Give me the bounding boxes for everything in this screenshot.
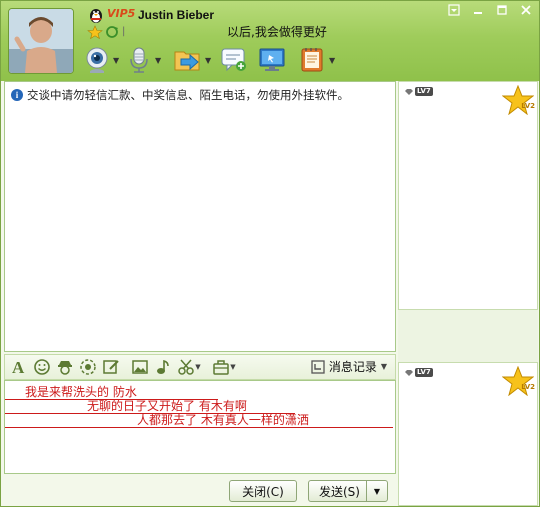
chat-add-icon: [221, 48, 246, 72]
video-call-button[interactable]: ▼: [83, 44, 125, 76]
vip-badge[interactable]: VIP5: [107, 7, 135, 20]
chevron-down-icon[interactable]: ▼: [113, 56, 119, 65]
font-button[interactable]: A: [7, 356, 30, 378]
monitor-icon: [259, 48, 285, 71]
refresh-badge-icon[interactable]: [105, 25, 119, 39]
notebook-icon: [301, 48, 323, 72]
level-badge: LV7: [404, 368, 433, 377]
chevron-down-icon: ▼: [380, 362, 387, 371]
star-badge-icon[interactable]: [87, 25, 103, 39]
action-bar: 关闭(C) 发送(S) ▼: [1, 475, 399, 506]
magic-face-icon: [57, 361, 72, 375]
contact-nickname[interactable]: Justin Bieber: [138, 8, 214, 22]
chevron-down-icon[interactable]: ▼: [329, 56, 335, 65]
close-icon[interactable]: [515, 2, 537, 17]
magic-face-button[interactable]: [53, 356, 76, 378]
doodle-button[interactable]: [99, 356, 122, 378]
folder-arrow-icon: [174, 51, 200, 71]
toolbox-button[interactable]: ▼: [208, 356, 240, 378]
badge-divider: |: [122, 26, 126, 37]
security-notice: i 交谈中请勿轻信汇款、中奖信息、陌生电话，勿使用外挂软件。: [11, 87, 349, 103]
security-notice-text: 交谈中请勿轻信汇款、中奖信息、陌生电话，勿使用外挂软件。: [27, 88, 349, 102]
send-file-button[interactable]: ▼: [173, 44, 219, 76]
input-toolbar: A ▼ ▼ 消息记录 ▼: [4, 354, 396, 380]
voice-call-button[interactable]: ▼: [125, 44, 173, 76]
image-icon: [131, 360, 148, 374]
chat-header: VIP5 Justin Bieber | 以后,我会做得更好 ▼ ▼ ▼ ▼: [1, 1, 539, 81]
close-button[interactable]: 关闭(C): [229, 480, 297, 502]
message-input[interactable]: 我是来帮洗头的 防水 无聊的日子又开始了 有木有啊 人都那去了 木有真人一样的潇…: [4, 380, 396, 474]
input-line: 无聊的日子又开始了 有木有啊: [5, 399, 295, 414]
diamond-icon: [405, 369, 413, 376]
star-level-label: LV2: [521, 383, 535, 391]
level-star-icon: [502, 85, 534, 115]
window-controls: [443, 2, 537, 17]
svg-text:A: A: [12, 358, 25, 376]
send-button[interactable]: 发送(S) ▼: [308, 480, 388, 502]
chevron-down-icon[interactable]: ▼: [230, 363, 235, 371]
music-icon: [156, 359, 169, 374]
maximize-icon[interactable]: [491, 2, 513, 17]
message-history-area[interactable]: i 交谈中请勿轻信汇款、中奖信息、陌生电话，勿使用外挂软件。: [4, 81, 396, 352]
info-icon: i: [11, 89, 23, 101]
nudge-button[interactable]: [76, 356, 99, 378]
input-line: 我是来帮洗头的 防水: [5, 385, 218, 400]
send-label: 发送(S): [319, 484, 360, 499]
remote-assist-button[interactable]: [257, 44, 297, 76]
minimize-icon[interactable]: [467, 2, 489, 17]
toolbox-icon: [213, 360, 230, 375]
music-button[interactable]: [151, 356, 174, 378]
font-icon: A: [12, 358, 25, 376]
message-history-label: 消息记录: [328, 360, 377, 374]
input-line: 人都那去了 木有真人一样的潇洒: [5, 413, 393, 428]
main-toolbar: ▼ ▼ ▼ ▼: [83, 43, 343, 77]
nudge-icon: [79, 359, 96, 375]
self-info-panel: LV7 LV2: [398, 362, 538, 506]
send-options-dropdown[interactable]: ▼: [366, 481, 387, 501]
level-star-icon: [502, 366, 534, 396]
emoji-button[interactable]: [30, 356, 53, 378]
emoji-icon: [33, 359, 50, 375]
level-badge: LV7: [404, 87, 433, 96]
chevron-down-icon[interactable]: ▼: [195, 363, 200, 371]
contact-signature: 以后,我会做得更好: [227, 25, 327, 39]
chevron-down-icon[interactable]: ▼: [205, 56, 211, 65]
message-history-button[interactable]: 消息记录 ▼: [311, 358, 387, 375]
clock-icon: [311, 359, 325, 374]
contact-info-panel: LV7 LV2: [398, 81, 538, 310]
microphone-icon: [130, 47, 148, 73]
app-menu-button[interactable]: ▼: [297, 44, 343, 76]
webcam-icon: [86, 47, 108, 73]
contact-avatar[interactable]: [8, 8, 74, 74]
chevron-down-icon[interactable]: ▼: [155, 56, 161, 65]
chat-window: VIP5 Justin Bieber | 以后,我会做得更好 ▼ ▼ ▼ ▼ i…: [0, 0, 540, 507]
diamond-icon: [405, 88, 413, 95]
screenshot-button[interactable]: ▼: [174, 356, 204, 378]
penguin-vip-icon: [90, 9, 102, 23]
skin-menu-icon[interactable]: [443, 2, 465, 17]
star-level-label: LV2: [521, 102, 535, 110]
screenshot-icon: [178, 359, 195, 375]
side-panel-spacer: [398, 310, 538, 362]
doodle-icon: [102, 360, 119, 374]
create-discussion-button[interactable]: [219, 44, 257, 76]
image-button[interactable]: [128, 356, 151, 378]
